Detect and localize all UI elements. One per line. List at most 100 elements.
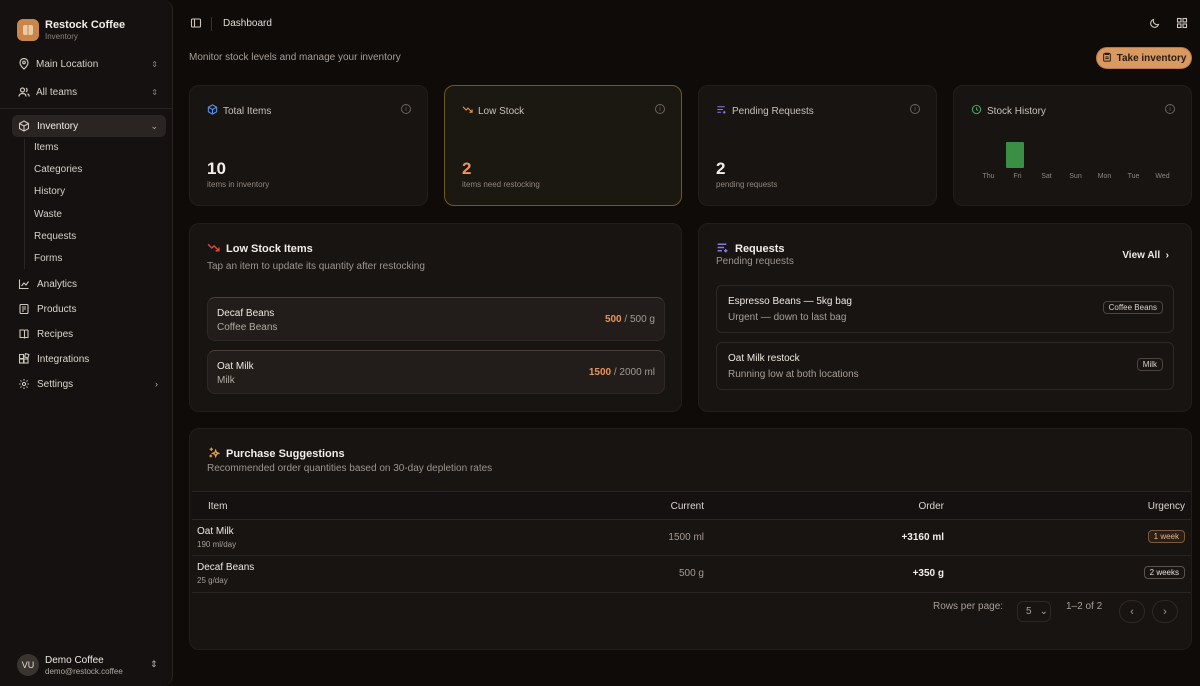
section-title: Low Stock Items: [226, 243, 313, 255]
table-row[interactable]: Decaf Beans 25 g/day 500 g +350 g 2 week…: [192, 556, 1191, 592]
teams-label: All teams: [36, 86, 78, 98]
column-header-order[interactable]: Order: [918, 501, 944, 512]
apps-grid-icon[interactable]: [1176, 17, 1188, 32]
next-page-button[interactable]: ›: [1152, 600, 1178, 623]
stat-value: 2: [716, 159, 726, 178]
page-subtitle: Monitor stock levels and manage your inv…: [189, 52, 401, 63]
trend-down-icon: [207, 241, 220, 257]
map-pin-icon: [18, 58, 30, 70]
info-icon[interactable]: i: [1165, 104, 1175, 114]
sidebar-subitem-items[interactable]: Items: [34, 142, 58, 153]
row-order: +350 g: [912, 568, 944, 579]
info-icon[interactable]: i: [401, 104, 411, 114]
history-bar-fri[interactable]: [1006, 142, 1024, 168]
stat-label: items in inventory: [207, 180, 270, 189]
item-name: Oat Milk: [217, 361, 254, 372]
section-subtitle: Recommended order quantities based on 30…: [207, 463, 493, 474]
list-icon: [716, 104, 727, 118]
sidebar: Restock Coffee Inventory Main Location ⇕…: [0, 0, 173, 686]
stat-label: items need restocking: [462, 180, 540, 189]
stat-value: 2: [462, 159, 472, 178]
users-icon: [18, 86, 30, 98]
low-stock-item[interactable]: Oat Milk Milk 1500 / 2000 ml: [207, 350, 665, 394]
section-subtitle: Pending requests: [716, 256, 794, 267]
chevron-updown-icon: ⇕: [151, 59, 158, 69]
history-day-labels: Thu Fri Sat Sun Mon Tue Wed: [974, 173, 1177, 180]
sidebar-item-settings[interactable]: Settings ›: [12, 373, 166, 395]
sidebar-item-inventory[interactable]: Inventory ⌄: [12, 115, 166, 137]
day-label: Fri: [1013, 173, 1022, 180]
sidebar-item-label: Analytics: [37, 278, 78, 290]
column-header-current[interactable]: Current: [671, 501, 704, 512]
view-all-link[interactable]: View All ›: [1122, 250, 1169, 261]
sidebar-subitem-requests[interactable]: Requests: [34, 231, 76, 242]
item-name: Decaf Beans: [217, 308, 275, 319]
prev-page-button[interactable]: ‹: [1119, 600, 1145, 623]
sidebar-subitem-waste[interactable]: Waste: [34, 209, 62, 220]
row-order: +3160 ml: [901, 532, 944, 543]
sidebar-item-integrations[interactable]: Integrations: [12, 348, 166, 370]
stat-card-pending-requests[interactable]: Pending Requests i 2 pending requests: [698, 85, 937, 206]
day-label: Mon: [1097, 173, 1112, 180]
item-quantity: 1500 / 2000 ml: [589, 367, 655, 378]
receipt-icon: [18, 303, 30, 315]
sidebar-subitem-categories[interactable]: Categories: [34, 164, 82, 175]
brand[interactable]: Restock Coffee Inventory: [17, 19, 125, 41]
sidebar-item-recipes[interactable]: Recipes: [12, 323, 166, 345]
stat-title: Stock History: [987, 105, 1046, 117]
user-menu[interactable]: VU Demo Coffee demo@restock.coffee: [17, 654, 123, 676]
section-subtitle: Tap an item to update its quantity after…: [207, 261, 425, 272]
sparkles-icon: [207, 446, 221, 462]
request-item[interactable]: Oat Milk restock Running low at both loc…: [716, 342, 1174, 390]
brand-name: Restock Coffee: [45, 19, 126, 31]
chevron-right-icon: ›: [155, 379, 158, 389]
column-header-urgency[interactable]: Urgency: [1148, 501, 1185, 512]
low-stock-item[interactable]: Decaf Beans Coffee Beans 500 / 500 g: [207, 297, 665, 341]
page-title: Dashboard: [223, 18, 272, 29]
item-category: Coffee Beans: [217, 322, 278, 333]
table-row[interactable]: Oat Milk 190 ml/day 1500 ml +3160 ml 1 w…: [192, 520, 1191, 556]
chevron-right-icon: ›: [1163, 605, 1167, 618]
team-selector[interactable]: All teams ⇕: [12, 81, 164, 103]
location-selector[interactable]: Main Location ⇕: [12, 53, 164, 75]
sidebar-item-analytics[interactable]: Analytics: [12, 273, 166, 295]
cube-icon: [207, 104, 218, 118]
row-item: Decaf Beans: [197, 562, 255, 573]
row-item: Oat Milk: [197, 526, 234, 537]
chart-icon: [18, 278, 30, 290]
sidebar-subitem-forms[interactable]: Forms: [34, 253, 62, 264]
stat-card-total-items[interactable]: Total Items i 10 items in inventory: [189, 85, 428, 206]
info-icon[interactable]: i: [910, 104, 920, 114]
stat-card-stock-history[interactable]: Stock History i Thu Fri Sat Sun Mon Tue …: [953, 85, 1192, 206]
chevron-updown-icon: ⇕: [151, 87, 158, 97]
chevron-down-icon: ⌄: [150, 120, 158, 131]
sidebar-item-products[interactable]: Products: [12, 298, 166, 320]
item-total: / 500 g: [624, 314, 655, 325]
item-category: Milk: [217, 375, 235, 386]
sidebar-toggle-icon[interactable]: [190, 17, 202, 32]
stat-card-low-stock[interactable]: Low Stock i 2 items need restocking: [444, 85, 682, 206]
clock-icon: [971, 104, 982, 118]
rows-per-page-select[interactable]: 5 ⌄: [1017, 601, 1051, 622]
request-item[interactable]: Espresso Beans — 5kg bag Urgent — down t…: [716, 285, 1174, 333]
day-label: Thu: [982, 173, 995, 180]
request-name: Espresso Beans — 5kg bag: [728, 296, 852, 307]
row-current: 500 g: [678, 568, 704, 579]
brand-logo: [17, 19, 39, 41]
sidebar-subitem-history[interactable]: History: [34, 186, 65, 197]
request-desc: Urgent — down to last bag: [728, 312, 847, 323]
submenu-line: [24, 139, 25, 269]
gear-icon: [18, 378, 30, 390]
take-inventory-button[interactable]: Take inventory: [1096, 47, 1192, 69]
purchase-suggestions-panel: Purchase Suggestions Recommended order q…: [189, 428, 1192, 650]
category-badge: Coffee Beans: [1102, 301, 1163, 314]
column-header-item[interactable]: Item: [208, 501, 227, 512]
theme-toggle-icon[interactable]: [1149, 17, 1161, 32]
sidebar-item-label: Products: [37, 303, 77, 315]
row-current: 1500 ml: [668, 532, 704, 543]
chevron-updown-icon[interactable]: ⇕: [150, 659, 158, 670]
info-icon[interactable]: i: [655, 104, 665, 114]
sidebar-divider: [0, 108, 172, 109]
book-icon: [18, 328, 30, 340]
row-rate: 25 g/day: [197, 576, 228, 585]
